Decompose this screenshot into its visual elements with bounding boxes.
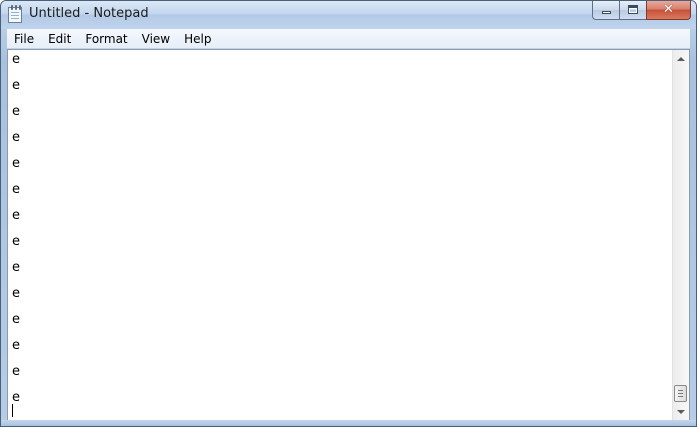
- text-area[interactable]: e e e e e e e e e e e e e e: [8, 50, 672, 420]
- close-button[interactable]: ✕: [646, 1, 691, 20]
- text-line: e: [12, 52, 20, 67]
- text-line: e: [12, 182, 20, 197]
- grip-icon: [678, 393, 683, 394]
- text-line: e: [12, 338, 20, 353]
- grip-icon: [678, 390, 683, 391]
- text-line: e: [12, 130, 20, 145]
- text-line: e: [12, 156, 20, 171]
- title-bar[interactable]: Untitled - Notepad ✕: [1, 1, 696, 29]
- text-line: e: [12, 286, 20, 301]
- scroll-up-arrow-icon: [677, 56, 685, 61]
- minimize-button[interactable]: [592, 1, 619, 20]
- close-icon: ✕: [663, 2, 674, 17]
- menu-bar: File Edit Format View Help: [7, 29, 690, 49]
- grip-icon: [678, 396, 683, 397]
- menu-format[interactable]: Format: [78, 29, 134, 49]
- scroll-thumb[interactable]: [674, 385, 687, 402]
- window-title: Untitled - Notepad: [29, 6, 149, 21]
- text-editor[interactable]: e e e e e e e e e e e e e e: [7, 49, 690, 421]
- caption-buttons: ✕: [592, 1, 691, 20]
- scroll-down-button[interactable]: [673, 403, 689, 420]
- scroll-down-arrow-icon: [677, 409, 685, 414]
- maximize-icon: [628, 5, 638, 14]
- text-line: e: [12, 390, 20, 405]
- text-line: e: [12, 312, 20, 327]
- maximize-button[interactable]: [619, 1, 646, 20]
- notepad-window: Untitled - Notepad ✕ File Edit Format Vi…: [0, 0, 697, 427]
- menu-edit[interactable]: Edit: [41, 29, 78, 49]
- minimize-icon: [602, 11, 611, 14]
- text-caret: [12, 404, 13, 417]
- menu-view[interactable]: View: [135, 29, 177, 49]
- menu-file[interactable]: File: [7, 29, 41, 49]
- text-line: e: [12, 364, 20, 379]
- text-line: e: [12, 234, 20, 249]
- menu-help[interactable]: Help: [177, 29, 218, 49]
- text-line: e: [12, 260, 20, 275]
- scroll-up-button[interactable]: [673, 50, 689, 67]
- notepad-icon[interactable]: [8, 5, 22, 23]
- text-line: e: [12, 104, 20, 119]
- vertical-scrollbar[interactable]: [672, 50, 689, 420]
- text-line: e: [12, 78, 20, 93]
- text-line: e: [12, 208, 20, 223]
- window-bottom-border: [1, 420, 696, 426]
